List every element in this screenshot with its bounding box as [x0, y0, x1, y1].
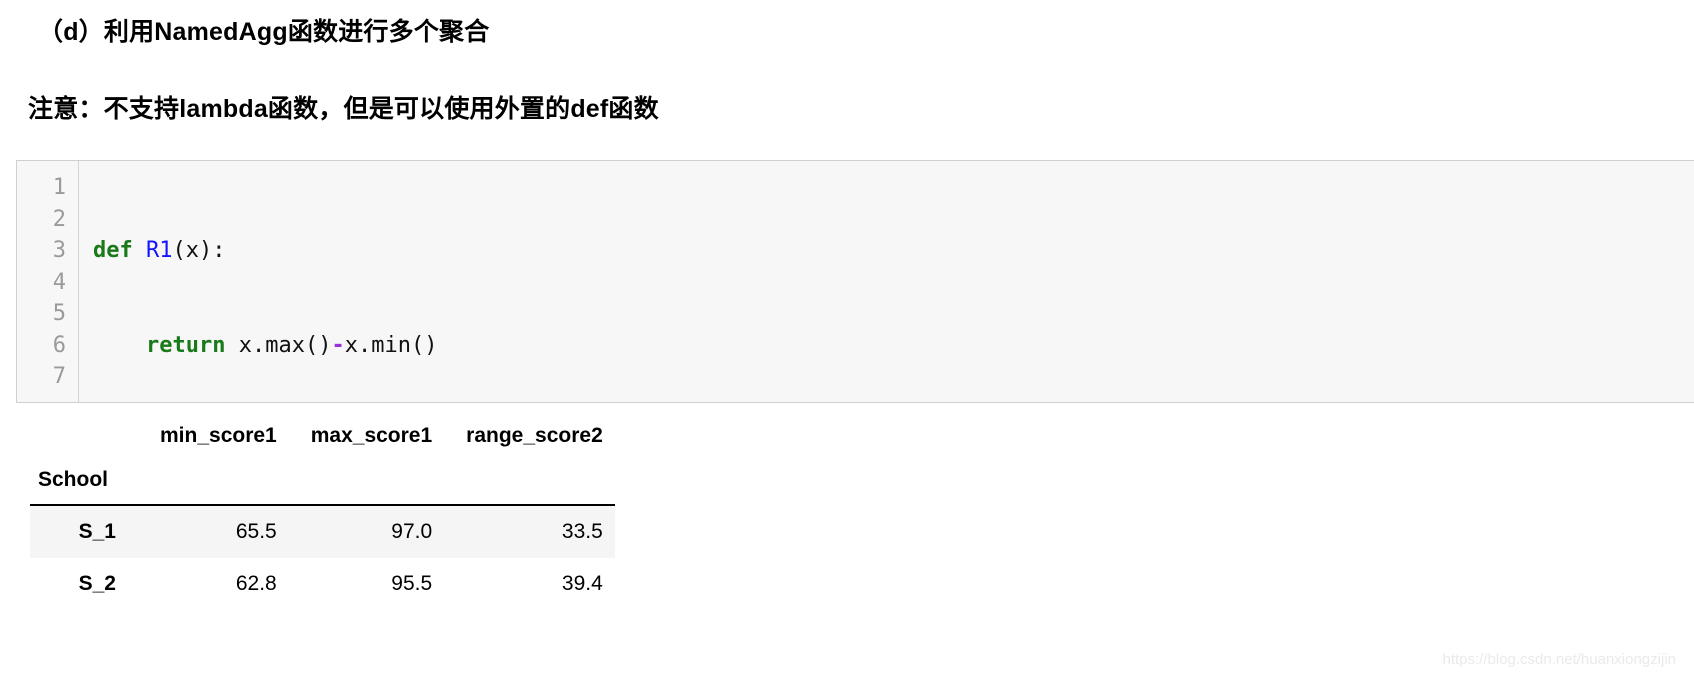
index-name: School: [30, 454, 138, 506]
table-cell: 95.5: [391, 572, 433, 595]
line-number: 1: [52, 175, 66, 200]
row-index: S_1: [78, 520, 116, 543]
line-number: 5: [52, 301, 66, 326]
line-number: 4: [52, 269, 66, 295]
table-cell: 33.5: [561, 520, 603, 543]
column-header: min_score1: [160, 424, 277, 447]
column-header: max_score1: [310, 424, 433, 447]
table-row: S_1 65.5 97.0 33.5: [30, 505, 615, 558]
line-number: 2: [52, 206, 66, 232]
table-cell: 97.0: [391, 520, 433, 543]
table-header-row: min_score1 max_score1 range_score2: [30, 418, 615, 454]
spacer-cell: [288, 454, 445, 506]
table-index-name-row: School: [30, 454, 615, 506]
dataframe-output: min_score1 max_score1 range_score2 Schoo…: [30, 418, 615, 610]
table-cell: 62.8: [235, 572, 277, 595]
line-number: 3: [52, 238, 66, 263]
code-line-number-gutter: 1 2 3 4 5 6 7: [17, 161, 79, 402]
table-row: S_2 62.8 95.5 39.4: [30, 558, 615, 610]
code-editor-area[interactable]: def R1(x): return x.max()-x.min() def R2…: [79, 161, 1694, 402]
code-line: def R1(x):: [93, 238, 226, 263]
table-cell: 39.4: [561, 572, 603, 595]
code-line: return x.max()-x.min(): [146, 332, 438, 358]
line-number: 7: [52, 364, 66, 389]
line-number: 6: [52, 332, 66, 358]
spacer-cell: [444, 454, 615, 506]
code-cell[interactable]: 1 2 3 4 5 6 7 def R1(x): return x.max()-…: [16, 160, 1694, 403]
row-index: S_2: [78, 572, 116, 595]
spacer-cell: [138, 454, 289, 506]
column-header: range_score2: [466, 424, 603, 447]
section-heading: （d）利用NamedAgg函数进行多个聚合: [38, 18, 490, 46]
watermark: https://blog.csdn.net/huanxiongzijin: [1442, 651, 1677, 668]
table-cell: 65.5: [235, 520, 277, 543]
table-corner-cell: [30, 418, 138, 454]
note-heading: 注意：不支持lambda函数，但是可以使用外置的def函数: [28, 95, 659, 123]
